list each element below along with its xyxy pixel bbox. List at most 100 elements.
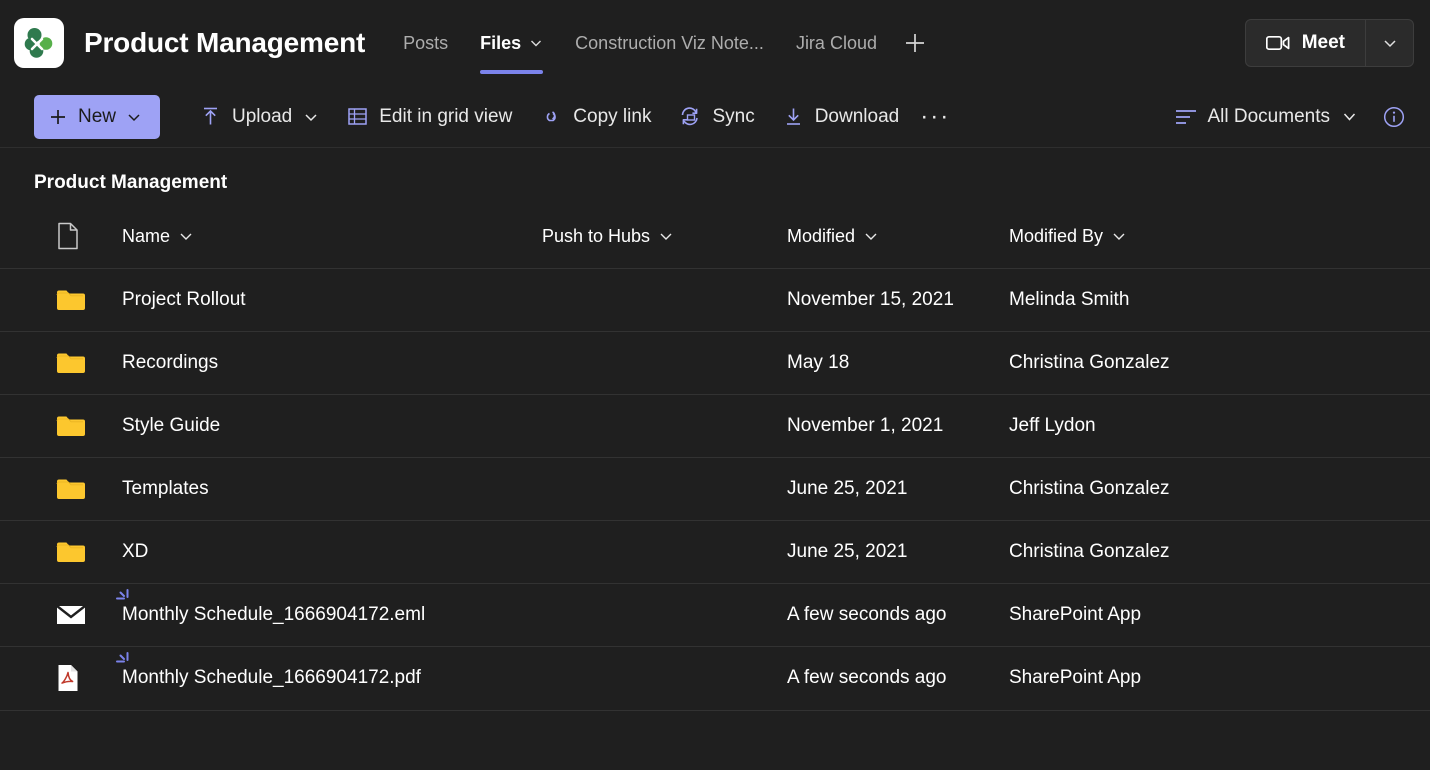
info-button[interactable]: [1372, 95, 1416, 139]
chevron-down-icon: [178, 228, 194, 244]
chevron-down-icon: [658, 228, 674, 244]
row-name-cell[interactable]: Templates: [122, 457, 542, 521]
tab-construction-viz-notes-label: Construction Viz Note...: [575, 32, 764, 53]
meet-button-label: Meet: [1301, 32, 1345, 53]
row-push-to-hubs-cell: [542, 268, 787, 332]
row-push-to-hubs-cell: [542, 520, 787, 584]
row-push-to-hubs-cell: [542, 394, 787, 458]
tab-construction-viz-notes[interactable]: Construction Viz Note...: [559, 0, 780, 86]
row-push-to-hubs-cell: [542, 457, 787, 521]
table-row[interactable]: Templates June 25, 2021 Christina Gonzal…: [0, 457, 1430, 521]
row-push-to-hubs-cell: [542, 583, 787, 647]
email-icon: [56, 604, 122, 626]
pdf-icon: [56, 664, 122, 692]
folder-icon: [56, 414, 122, 438]
table-row[interactable]: Style Guide November 1, 2021 Jeff Lydon: [0, 394, 1430, 458]
new-button-label: New: [78, 105, 117, 127]
row-name-cell[interactable]: Monthly Schedule_1666904172.eml: [116, 583, 542, 647]
row-modified-by-cell: Christina Gonzalez: [1009, 331, 1430, 395]
row-file-icon-cell: [0, 394, 122, 458]
sync-button[interactable]: Sync: [665, 95, 768, 139]
plus-icon: [48, 107, 68, 127]
column-header-push-to-hubs[interactable]: Push to Hubs: [542, 212, 787, 269]
table-header-row: Name Push to Hubs Modified Modified By: [0, 212, 1430, 269]
table-row[interactable]: XD June 25, 2021 Christina Gonzalez: [0, 520, 1430, 584]
table-row[interactable]: Monthly Schedule_1666904172.eml A few se…: [0, 583, 1430, 647]
row-modified-by-cell: Melinda Smith: [1009, 268, 1430, 332]
more-options-button[interactable]: ···: [913, 95, 957, 139]
column-header-name-label: Name: [122, 225, 171, 246]
edit-in-grid-view-label: Edit in grid view: [379, 105, 513, 127]
column-header-push-to-hubs-label: Push to Hubs: [542, 225, 651, 246]
meet-button[interactable]: Meet: [1246, 20, 1365, 66]
new-item-burst-icon: [114, 588, 136, 608]
command-bar: New Upload Edit in grid view Copy link S…: [0, 86, 1430, 148]
upload-button-label: Upload: [232, 105, 293, 127]
team-name: Product Management: [84, 27, 366, 58]
row-file-icon-cell: [0, 457, 122, 521]
column-header-modified-label: Modified: [787, 225, 856, 246]
breadcrumb[interactable]: Product Management: [0, 148, 1430, 212]
header-actions: Meet: [1244, 19, 1414, 67]
upload-arrow-icon: [200, 106, 221, 127]
row-modified-cell: A few seconds ago: [787, 646, 1009, 710]
row-modified-cell: November 15, 2021: [787, 268, 1009, 332]
files-table: Name Push to Hubs Modified Modified By P…: [0, 212, 1430, 710]
download-button[interactable]: Download: [769, 95, 914, 139]
row-name-cell[interactable]: Style Guide: [122, 394, 542, 458]
copy-link-button[interactable]: Copy link: [526, 95, 665, 139]
download-arrow-icon: [783, 106, 804, 127]
column-header-modified-by[interactable]: Modified By: [1009, 212, 1430, 269]
row-modified-cell: November 1, 2021: [787, 394, 1009, 458]
row-file-icon-cell: [0, 268, 122, 332]
chevron-down-icon: [126, 109, 142, 125]
row-file-icon-cell: [0, 520, 122, 584]
chain-link-icon: [540, 106, 562, 127]
upload-button[interactable]: Upload: [186, 95, 333, 139]
tab-files-label: Files: [480, 32, 522, 53]
row-name-label: XD: [122, 541, 149, 562]
column-header-modified-by-label: Modified By: [1009, 225, 1104, 246]
grid-table-icon: [347, 106, 368, 127]
chevron-down-icon: [1341, 108, 1358, 125]
tab-jira-cloud[interactable]: Jira Cloud: [780, 0, 893, 86]
row-push-to-hubs-cell: [542, 331, 787, 395]
row-name-cell[interactable]: Monthly Schedule_1666904172.pdf: [116, 646, 542, 710]
table-row[interactable]: Project Rollout November 15, 2021 Melind…: [0, 268, 1430, 332]
row-modified-by-cell: Christina Gonzalez: [1009, 520, 1430, 584]
new-button[interactable]: New: [34, 94, 161, 139]
column-header-modified[interactable]: Modified: [787, 212, 1009, 269]
table-row[interactable]: Recordings May 18 Christina Gonzalez: [0, 331, 1430, 395]
team-logo: [14, 18, 64, 68]
all-documents-view-button[interactable]: All Documents: [1161, 95, 1373, 139]
document-icon: [56, 222, 122, 250]
files-content: Product Management Name Push to Hubs Mod…: [0, 148, 1430, 743]
all-documents-label: All Documents: [1207, 105, 1331, 127]
row-name-cell[interactable]: Recordings: [122, 331, 542, 395]
add-tab-button[interactable]: [893, 0, 937, 86]
column-header-name[interactable]: Name: [122, 212, 542, 269]
column-header-file-type[interactable]: [0, 212, 122, 269]
list-lines-icon: [1175, 108, 1197, 126]
row-modified-by-cell: Jeff Lydon: [1009, 394, 1430, 458]
chevron-down-icon[interactable]: [529, 36, 543, 50]
row-name-cell[interactable]: XD: [122, 520, 542, 584]
row-modified-by-cell: SharePoint App: [1009, 583, 1430, 647]
info-circle-icon: [1382, 105, 1406, 129]
table-row[interactable]: Monthly Schedule_1666904172.pdf A few se…: [0, 646, 1430, 710]
team-header: Product Management Posts Files Construct…: [0, 0, 1430, 86]
row-modified-cell: June 25, 2021: [787, 520, 1009, 584]
row-name-label: Templates: [122, 478, 209, 499]
folder-icon: [56, 351, 122, 375]
row-name-label: Monthly Schedule_1666904172.pdf: [122, 667, 421, 689]
tab-files[interactable]: Files: [464, 0, 559, 86]
tab-jira-cloud-label: Jira Cloud: [795, 32, 877, 53]
folder-icon: [56, 288, 122, 312]
row-modified-by-cell: Christina Gonzalez: [1009, 457, 1430, 521]
row-name-cell[interactable]: Project Rollout: [122, 268, 542, 332]
plus-icon: [902, 30, 928, 56]
meet-dropdown-button[interactable]: [1365, 20, 1413, 66]
row-file-icon-cell: [0, 583, 122, 647]
edit-in-grid-view-button[interactable]: Edit in grid view: [333, 95, 526, 139]
tab-posts[interactable]: Posts: [387, 0, 464, 86]
